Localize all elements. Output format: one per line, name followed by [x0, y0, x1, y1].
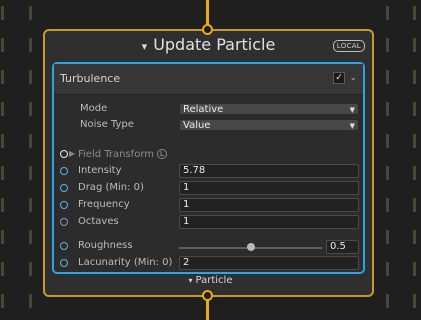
roughness-input-slot[interactable] — [60, 242, 68, 250]
roughness-value-field[interactable]: 0.5 — [326, 240, 359, 254]
background-guide-line — [413, 0, 416, 320]
octaves-field[interactable]: 1 — [179, 215, 359, 229]
noise-type-dropdown[interactable]: Value ▼ — [179, 119, 359, 131]
dropdown-arrow-icon: ▼ — [349, 122, 355, 130]
block-enabled-checkbox[interactable]: ✓ — [333, 72, 345, 84]
background-guide-line — [386, 0, 389, 320]
block-title: Turbulence — [60, 72, 121, 85]
dropdown-arrow-icon: ▼ — [349, 106, 355, 114]
field-transform-label: Field Transform — [78, 149, 155, 160]
context-title: ▾ Update Particle — [45, 35, 372, 54]
local-space-badge[interactable]: LOCAL — [332, 40, 365, 52]
expand-arrow-icon[interactable]: ▶ — [69, 149, 75, 158]
intensity-input-slot[interactable] — [60, 167, 68, 175]
intensity-field[interactable]: 5.78 — [179, 164, 359, 178]
background-guide-line — [1, 0, 4, 320]
mode-label: Mode — [80, 103, 108, 114]
lacunarity-label: Lacunarity (Min: 0) — [78, 257, 173, 268]
frequency-label: Frequency — [78, 199, 130, 210]
turbulence-block[interactable]: Turbulence ✓ ⌄ Mode Relative ▼ Noise Typ… — [52, 62, 365, 274]
input-flow-wire — [206, 0, 209, 26]
mode-dropdown[interactable]: Relative ▼ — [179, 103, 359, 115]
noise-type-dropdown-value: Value — [183, 120, 211, 131]
mode-dropdown-value: Relative — [183, 104, 224, 115]
local-space-chip[interactable]: L — [157, 149, 167, 159]
context-type-icon: ▾ — [141, 40, 148, 53]
output-label-text: Particle — [195, 275, 233, 286]
output-flow-port[interactable] — [202, 290, 213, 301]
context-title-label: Update Particle — [153, 35, 276, 54]
output-flow-label: ▾ Particle — [0, 275, 421, 286]
update-particle-context[interactable]: ▾ Update Particle LOCAL Turbulence ✓ ⌄ Mo… — [43, 29, 374, 297]
octaves-label: Octaves — [78, 216, 119, 227]
roughness-label: Roughness — [78, 240, 133, 251]
drag-label: Drag (Min: 0) — [78, 182, 144, 193]
lacunarity-input-slot[interactable] — [60, 259, 68, 267]
frequency-field[interactable]: 1 — [179, 198, 359, 212]
field-transform-input-slot[interactable] — [60, 150, 68, 158]
frequency-input-slot[interactable] — [60, 201, 68, 209]
drag-field[interactable]: 1 — [179, 181, 359, 195]
input-flow-port[interactable] — [202, 24, 213, 35]
drag-input-slot[interactable] — [60, 184, 68, 192]
octaves-input-slot[interactable] — [60, 218, 68, 226]
block-collapse-chevron-icon[interactable]: ⌄ — [349, 73, 357, 83]
noise-type-label: Noise Type — [80, 119, 134, 130]
particle-type-icon: ▾ — [188, 276, 193, 285]
block-header[interactable]: Turbulence ✓ ⌄ — [54, 64, 363, 95]
background-guide-line — [29, 0, 32, 320]
lacunarity-field[interactable]: 2 — [179, 256, 359, 270]
roughness-slider-handle[interactable] — [246, 243, 255, 251]
intensity-label: Intensity — [78, 165, 122, 176]
